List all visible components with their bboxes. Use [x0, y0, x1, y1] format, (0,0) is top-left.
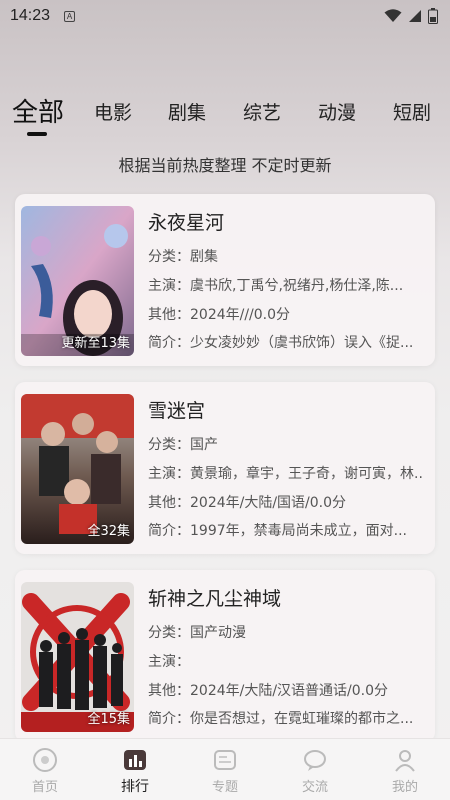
ranking-icon: [124, 750, 146, 770]
tab-variety[interactable]: 综艺: [243, 98, 281, 125]
item-intro: 简介：1997年，禁毒局尚未成立，面对...: [148, 523, 407, 539]
poster-image[interactable]: 全32集: [21, 394, 134, 544]
tab-movies[interactable]: 电影: [94, 98, 132, 125]
tab-anime[interactable]: 动漫: [318, 98, 356, 125]
nav-community[interactable]: 交流: [270, 739, 360, 800]
poster-image[interactable]: 全15集: [21, 582, 134, 732]
status-time: 14:23: [10, 7, 51, 24]
ranking-card[interactable]: 全32集 雪迷宫 分类：国产 主演：黄景瑜，章宇，王子奇，谢可寅，林... 其他…: [15, 382, 435, 554]
item-other: 其他：2024年///0.0分: [148, 307, 291, 323]
episode-badge: 更新至13集: [61, 336, 130, 351]
bottom-navigation: 首页 排行 专题 交流 我的: [0, 738, 450, 800]
item-cast: 主演：: [148, 654, 190, 670]
active-tab-indicator: [27, 132, 47, 136]
nav-label: 我的: [391, 780, 418, 795]
ranking-card[interactable]: 全15集 斩神之凡尘神域 分类：国产动漫 主演： 其他：2024年/大陆/汉语普…: [15, 570, 435, 742]
profile-icon: [395, 750, 415, 772]
nav-label: 交流: [301, 780, 328, 795]
wifi-icon: [384, 9, 402, 22]
episode-badge: 全15集: [87, 712, 130, 727]
topic-icon: [214, 750, 236, 770]
item-intro: 简介：你是否想过，在霓虹璀璨的都市之...: [148, 711, 414, 727]
tab-series[interactable]: 剧集: [168, 98, 206, 125]
status-bar: 14:23 A: [0, 0, 450, 32]
nav-home[interactable]: 首页: [0, 739, 90, 800]
tab-short-drama[interactable]: 短剧: [393, 98, 431, 125]
item-title[interactable]: 永夜星河: [148, 208, 224, 235]
notification-a-icon: A: [64, 10, 76, 22]
poster-image[interactable]: 更新至13集: [21, 206, 134, 356]
item-cast: 主演：虞书欣,丁禹兮,祝绪丹,杨仕泽,陈...: [148, 278, 404, 294]
item-category: 分类：国产动漫: [148, 625, 246, 641]
item-other: 其他：2024年/大陆/汉语普通话/0.0分: [148, 683, 389, 699]
ranking-card[interactable]: 更新至13集 永夜星河 分类：剧集 主演：虞书欣,丁禹兮,祝绪丹,杨仕泽,陈..…: [15, 194, 435, 366]
item-intro: 简介：少女凌妙妙（虞书欣饰）误入《捉...: [148, 335, 414, 351]
item-category: 分类：国产: [148, 437, 218, 453]
nav-topics[interactable]: 专题: [180, 739, 270, 800]
item-title[interactable]: 雪迷宫: [148, 396, 205, 423]
nav-label: 排行: [121, 779, 149, 795]
item-other: 其他：2024年/大陆/国语/0.0分: [148, 495, 347, 511]
ranking-subtitle: 根据当前热度整理 不定时更新: [118, 156, 332, 175]
nav-ranking[interactable]: 排行: [90, 739, 180, 800]
item-cast: 主演：黄景瑜，章宇，王子奇，谢可寅，林...: [148, 466, 424, 482]
category-tabs: 全部 电影 剧集 综艺 动漫 短剧: [0, 92, 450, 136]
battery-icon: [428, 8, 438, 24]
home-icon: [33, 748, 57, 772]
signal-icon: [409, 10, 421, 22]
nav-profile[interactable]: 我的: [360, 739, 450, 800]
episode-badge: 全32集: [87, 524, 130, 539]
item-title[interactable]: 斩神之凡尘神域: [148, 584, 281, 611]
item-category: 分类：剧集: [148, 249, 218, 265]
nav-label: 专题: [211, 780, 238, 795]
chat-icon: [304, 750, 326, 771]
tab-all[interactable]: 全部: [12, 92, 64, 129]
nav-label: 首页: [31, 780, 58, 795]
